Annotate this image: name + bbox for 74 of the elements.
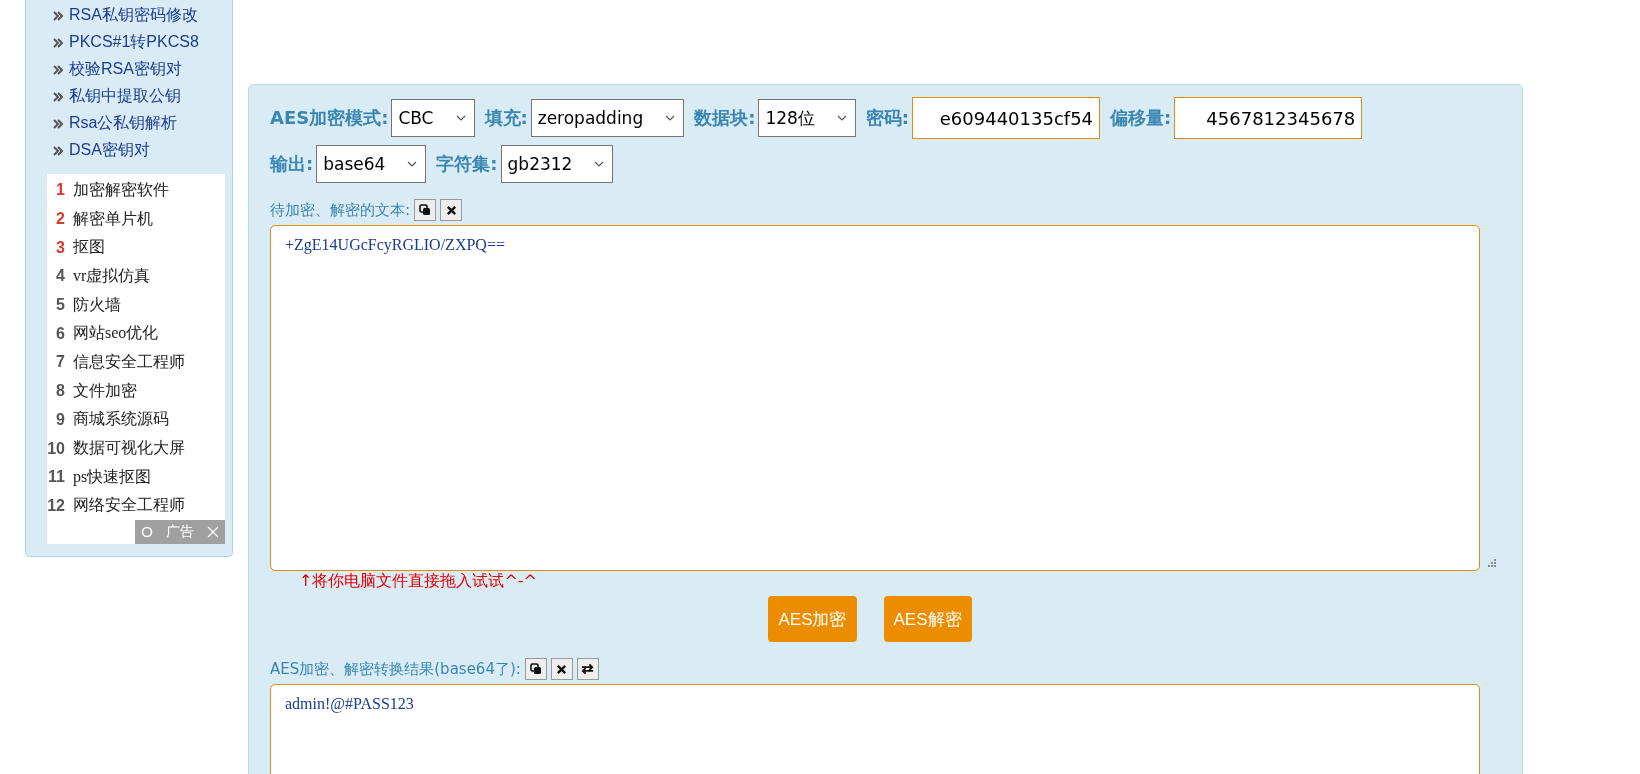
ranking-link[interactable]: 解密单片机 [73, 208, 153, 230]
ranking-link[interactable]: 数据可视化大屏 [73, 438, 185, 460]
ranking-link[interactable]: 文件加密 [73, 380, 137, 402]
eye-icon [141, 526, 154, 539]
ranking-link[interactable]: 抠图 [73, 237, 105, 259]
copy-icon [419, 204, 432, 216]
ranking-link[interactable]: 信息安全工程师 [73, 351, 185, 373]
section-label: AES加密、解密转换结果(base64了): [270, 659, 521, 679]
sidebar-link[interactable]: RSA私钥密码修改 [69, 5, 198, 26]
rank-number: 12 [47, 496, 66, 515]
input-textarea[interactable]: +ZgE14UGcFcyRGLIO/ZXPQ== [270, 225, 1480, 571]
rank-number: 1 [55, 181, 66, 200]
double-chevron-icon [53, 37, 63, 48]
rank-number: 9 [55, 410, 66, 429]
clear-button[interactable] [550, 658, 573, 680]
setting-label: 偏移量: [1110, 106, 1172, 130]
rank-number: 6 [55, 324, 66, 343]
swap-button[interactable] [576, 658, 599, 680]
caret-icon [665, 115, 676, 121]
close-icon [445, 204, 457, 216]
setting-label: AES加密模式: [270, 106, 389, 130]
double-chevron-icon [53, 64, 63, 75]
rank-number: 3 [55, 238, 66, 257]
double-chevron-icon [53, 118, 63, 129]
ad-label: 广告 [166, 523, 194, 542]
sidebar-link[interactable]: PKCS#1转PKCS8 [69, 32, 199, 53]
ranking-link[interactable]: 加密解密软件 [73, 179, 169, 201]
setting-label: 填充: [484, 106, 528, 130]
copy-icon [529, 663, 542, 675]
setting-label: 字符集: [436, 152, 498, 176]
output-textarea[interactable]: admin!@#PASS123 [270, 684, 1480, 774]
copy-button[interactable] [414, 199, 437, 221]
section-label: 待加密、解密的文本: [270, 200, 411, 220]
caret-icon [455, 115, 466, 121]
clear-button[interactable] [440, 199, 463, 221]
swap-arrows-icon [580, 663, 596, 675]
ranking-link[interactable]: 防火墙 [73, 294, 121, 316]
rank-number: 10 [47, 439, 66, 458]
setting-label: 密码: [865, 106, 910, 130]
close-icon[interactable] [206, 526, 219, 539]
copy-button[interactable] [524, 658, 547, 680]
resize-grip-icon [1488, 559, 1496, 567]
setting-label: 数据块: [694, 106, 756, 130]
input-field[interactable]: 4567812345678 [1174, 97, 1363, 139]
input-field[interactable]: e609440135cf54 [912, 97, 1101, 139]
sidebar-link[interactable]: 私钥中提取公钥 [69, 86, 181, 107]
rank-number: 7 [55, 353, 66, 372]
rank-number: 2 [55, 210, 66, 229]
dropdown[interactable]: zeropadding [530, 99, 685, 137]
rank-number: 11 [47, 468, 66, 487]
ranking-link[interactable]: vr虚拟仿真 [73, 265, 151, 287]
caret-icon [836, 115, 847, 121]
rank-number: 8 [55, 382, 66, 401]
ranking-link[interactable]: ps快速抠图 [73, 466, 152, 488]
ranking-link[interactable]: 商城系统源码 [73, 409, 169, 431]
sidebar-link[interactable]: 校验RSA密钥对 [69, 59, 182, 80]
sidebar-link[interactable]: Rsa公私钥解析 [69, 113, 178, 134]
dropdown[interactable]: base64 [316, 145, 427, 183]
dropdown[interactable]: 128位 [758, 99, 856, 137]
caret-icon [594, 161, 605, 167]
dropdown[interactable]: gb2312 [500, 145, 614, 183]
rank-number: 4 [55, 267, 66, 286]
drag-hint: ↑将你电脑文件直接拖入试试^-^ [299, 571, 538, 592]
caret-icon [407, 161, 418, 167]
ranking-link[interactable]: 网络安全工程师 [73, 495, 185, 517]
sidebar-link[interactable]: DSA密钥对 [69, 140, 150, 161]
double-chevron-icon [53, 91, 63, 102]
double-chevron-icon [53, 145, 63, 156]
double-chevron-icon [53, 10, 63, 21]
dropdown[interactable]: CBC [391, 99, 475, 137]
setting-label: 输出: [270, 152, 314, 176]
ranking-link[interactable]: 网站seo优化 [73, 323, 159, 345]
close-icon [556, 663, 568, 675]
rank-number: 5 [55, 296, 66, 315]
